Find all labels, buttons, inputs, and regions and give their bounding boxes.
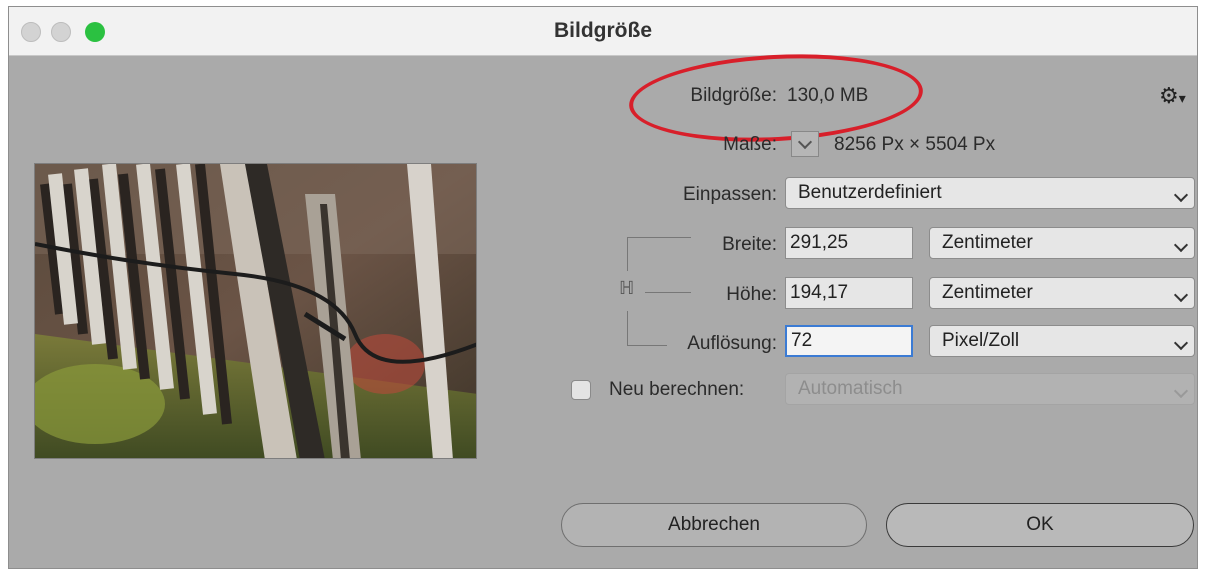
dimensions-label: Maße: [723, 134, 777, 155]
height-unit-select[interactable]: Zentimeter [929, 277, 1195, 309]
resample-checkbox[interactable] [571, 380, 591, 400]
chevron-down-icon [1173, 335, 1189, 351]
width-unit-value: Zentimeter [942, 232, 1033, 253]
width-input[interactable]: 291,25 [785, 227, 913, 259]
link-bracket-bottom [627, 345, 667, 346]
resolution-unit-value: Pixel/Zoll [942, 330, 1020, 351]
width-label: Breite: [722, 234, 777, 255]
resolution-label: Auflösung: [687, 333, 777, 354]
fence-photo [35, 164, 476, 458]
title-bar: Bildgröße [9, 7, 1197, 56]
fit-select-value: Benutzerdefiniert [798, 182, 942, 203]
height-unit-value: Zentimeter [942, 282, 1033, 303]
gear-icon[interactable]: ⚙▾ [1159, 83, 1186, 109]
resample-label[interactable]: Neu berechnen: [609, 379, 744, 401]
image-size-value: 130,0 MB [787, 85, 869, 106]
chevron-down-icon [1173, 187, 1189, 203]
link-bracket-lower [627, 311, 628, 345]
height-label: Höhe: [726, 284, 777, 305]
image-size-dialog: Bildgröße Bildgröße: 130,0 MB ⚙▾ Maße: 8… [8, 6, 1198, 569]
dimensions-value: 8256 Px × 5504 Px [834, 134, 996, 155]
chevron-down-icon [1173, 383, 1189, 399]
image-size-label: Bildgröße: [690, 85, 777, 106]
chevron-down-icon [797, 134, 813, 150]
link-bracket-upper [627, 237, 628, 271]
link-bracket-top [627, 237, 691, 238]
height-input[interactable]: 194,17 [785, 277, 913, 309]
chain-link-icon[interactable]: ℍ [619, 277, 634, 299]
dimensions-unit-dropdown[interactable] [791, 131, 819, 157]
ok-button[interactable]: OK [886, 503, 1194, 547]
chevron-down-icon [1173, 237, 1189, 253]
image-preview[interactable] [34, 163, 477, 459]
resolution-input[interactable]: 72 [785, 325, 913, 357]
cancel-button[interactable]: Abbrechen [561, 503, 867, 547]
resample-method-select[interactable]: Automatisch [785, 373, 1195, 405]
fit-label: Einpassen: [682, 184, 777, 205]
resample-method-value: Automatisch [798, 378, 903, 399]
width-unit-select[interactable]: Zentimeter [929, 227, 1195, 259]
fit-select[interactable]: Benutzerdefiniert [785, 177, 1195, 209]
chevron-down-icon [1173, 287, 1189, 303]
resolution-unit-select[interactable]: Pixel/Zoll [929, 325, 1195, 357]
link-bracket-middle [645, 292, 691, 293]
window-title: Bildgröße [554, 19, 652, 42]
